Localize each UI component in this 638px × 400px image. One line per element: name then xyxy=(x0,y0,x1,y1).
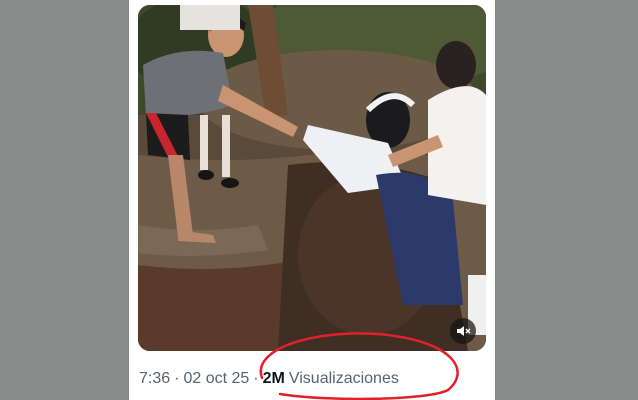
mute-button[interactable] xyxy=(450,318,476,344)
video-player[interactable] xyxy=(138,5,486,351)
video-frame xyxy=(138,5,486,351)
separator: · xyxy=(253,370,259,387)
separator: · xyxy=(174,370,180,387)
post-time[interactable]: 7:36 xyxy=(139,370,170,388)
post-card: 7:36 · 02 oct 25 · 2M Visualizaciones xyxy=(129,0,495,400)
views-count: 2M xyxy=(262,370,285,387)
views-label: Visualizaciones xyxy=(288,370,399,387)
speaker-muted-icon xyxy=(457,326,471,336)
post-date[interactable]: 02 oct 25 xyxy=(183,370,249,388)
post-metadata: 7:36 · 02 oct 25 · 2M Visualizaciones xyxy=(139,366,399,392)
